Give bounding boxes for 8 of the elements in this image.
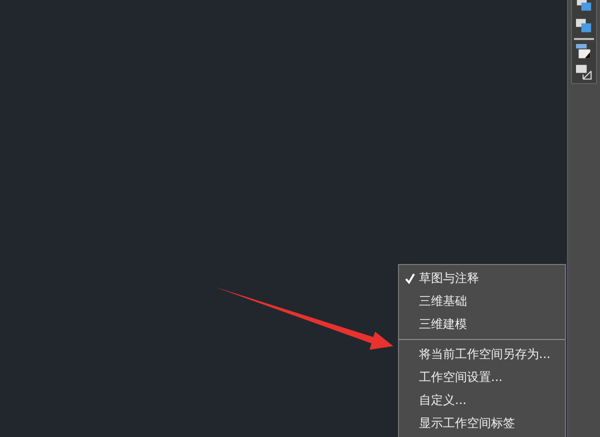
menu-item[interactable]: 自定义... (399, 389, 565, 412)
menu-item[interactable]: 三维建模 (399, 313, 565, 336)
menu-item[interactable]: 草图与注释 (399, 267, 565, 290)
menu-item[interactable]: 工作空间设置... (399, 366, 565, 389)
menu-item[interactable]: 将当前工作空间另存为... (399, 343, 565, 366)
menu-item[interactable]: 显示工作空间标签 (399, 412, 565, 435)
menu-item[interactable]: 三维基础 (399, 290, 565, 313)
stacked-windows-icon[interactable] (574, 18, 594, 34)
